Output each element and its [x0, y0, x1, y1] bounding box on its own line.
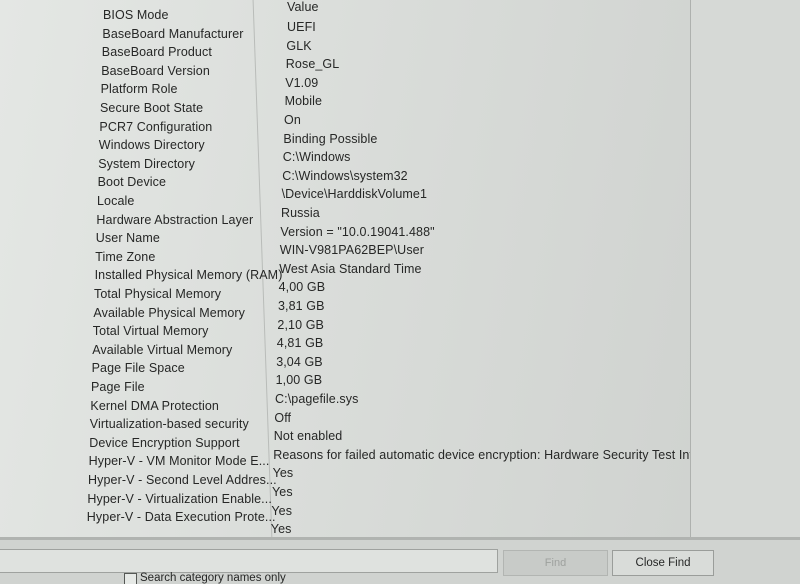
- table-row-value[interactable]: \Device\HarddiskVolume1: [282, 187, 427, 201]
- table-row-item[interactable]: Hyper-V - Data Execution Prote...: [87, 510, 276, 524]
- table-row-item[interactable]: Device Encryption Support: [89, 436, 240, 450]
- table-row-item[interactable]: Total Physical Memory: [94, 287, 221, 301]
- table-row-item[interactable]: Secure Boot State: [100, 101, 203, 115]
- table-row-item[interactable]: Hardware Abstraction Layer: [96, 213, 253, 227]
- table-row-item[interactable]: Page File Space: [92, 361, 185, 375]
- table-row-item[interactable]: Windows Directory: [99, 138, 205, 152]
- search-category-names-label: Search category names only: [140, 572, 286, 584]
- table-row-item[interactable]: Page File: [91, 380, 145, 394]
- table-row-value[interactable]: Mobile: [285, 94, 322, 108]
- table-row-item[interactable]: Hyper-V - Second Level Addres...: [88, 473, 277, 487]
- table-row-item[interactable]: PCR7 Configuration: [99, 120, 212, 134]
- table-row-value[interactable]: Version = "10.0.19041.488": [280, 225, 434, 239]
- table-row-item[interactable]: Hyper-V - Virtualization Enable...: [87, 492, 272, 506]
- table-row-item[interactable]: BaseBoard Version: [101, 64, 210, 78]
- table-row-item[interactable]: Kernel DMA Protection: [90, 399, 219, 413]
- table-row-item[interactable]: Virtualization-based security: [90, 417, 249, 431]
- table-row-item[interactable]: Total Virtual Memory: [93, 324, 209, 338]
- find-button[interactable]: Find: [503, 550, 608, 576]
- table-row-item[interactable]: Available Physical Memory: [93, 306, 245, 320]
- find-what-input[interactable]: [0, 549, 498, 573]
- table-row-value[interactable]: On: [284, 113, 301, 127]
- table-row-value[interactable]: V1.09: [285, 76, 318, 90]
- table-row-value[interactable]: WIN-V981PA62BEP\User: [280, 243, 424, 257]
- table-row-item[interactable]: BaseBoard Manufacturer: [102, 27, 243, 41]
- table-row-value[interactable]: 3,81 GB: [278, 299, 325, 313]
- table-row-item[interactable]: BIOS Mode: [103, 8, 169, 22]
- table-row-value[interactable]: 2,10 GB: [277, 318, 324, 332]
- table-row-value[interactable]: Not enabled: [274, 429, 343, 443]
- table-row-item[interactable]: Time Zone: [95, 250, 155, 264]
- table-row-item[interactable]: Available Virtual Memory: [92, 343, 232, 357]
- table-row-value[interactable]: 1,00 GB: [276, 373, 323, 387]
- table-row-item[interactable]: User Name: [96, 231, 160, 245]
- search-category-names-checkbox[interactable]: [124, 573, 137, 584]
- table-row-value[interactable]: Yes: [271, 522, 292, 536]
- table-row-item[interactable]: Platform Role: [101, 82, 178, 96]
- close-find-button[interactable]: Close Find: [612, 550, 714, 576]
- table-row-item[interactable]: Installed Physical Memory (RAM): [95, 268, 283, 282]
- table-row-value[interactable]: Rose_GL: [286, 57, 340, 71]
- table-row-value[interactable]: Yes: [272, 485, 293, 499]
- table-row-value[interactable]: 3,04 GB: [276, 355, 323, 369]
- table-row-value[interactable]: Binding Possible: [283, 132, 377, 146]
- table-row-value[interactable]: Reasons for failed automatic device encr…: [273, 448, 726, 462]
- table-row-value[interactable]: 4,00 GB: [279, 280, 326, 294]
- system-summary-table[interactable]: Value BIOS Mode UEFI BaseBoard Manufacture…: [0, 0, 800, 540]
- table-row-value[interactable]: UEFI: [287, 20, 316, 34]
- table-row-value[interactable]: Russia: [281, 206, 320, 220]
- table-row-value[interactable]: GLK: [286, 39, 311, 53]
- table-row-value[interactable]: 4,81 GB: [277, 336, 324, 350]
- vertical-scrollbar[interactable]: [690, 0, 800, 540]
- table-row-item[interactable]: Boot Device: [98, 175, 167, 189]
- table-row-item[interactable]: BaseBoard Product: [102, 45, 212, 59]
- table-row-item[interactable]: Locale: [97, 194, 134, 208]
- table-row-item[interactable]: System Directory: [98, 157, 195, 171]
- table-row-value[interactable]: C:\Windows: [283, 150, 351, 164]
- table-row-value[interactable]: West Asia Standard Time: [279, 262, 421, 276]
- table-row-value[interactable]: C:\pagefile.sys: [275, 392, 358, 406]
- value-column-header[interactable]: Value: [287, 0, 319, 14]
- table-row-value[interactable]: Off: [274, 411, 291, 425]
- table-row-item[interactable]: Hyper-V - VM Monitor Mode E...: [89, 454, 270, 468]
- system-information-window: Value BIOS Mode UEFI BaseBoard Manufacture…: [0, 0, 800, 584]
- table-row-value[interactable]: C:\Windows\system32: [282, 169, 408, 183]
